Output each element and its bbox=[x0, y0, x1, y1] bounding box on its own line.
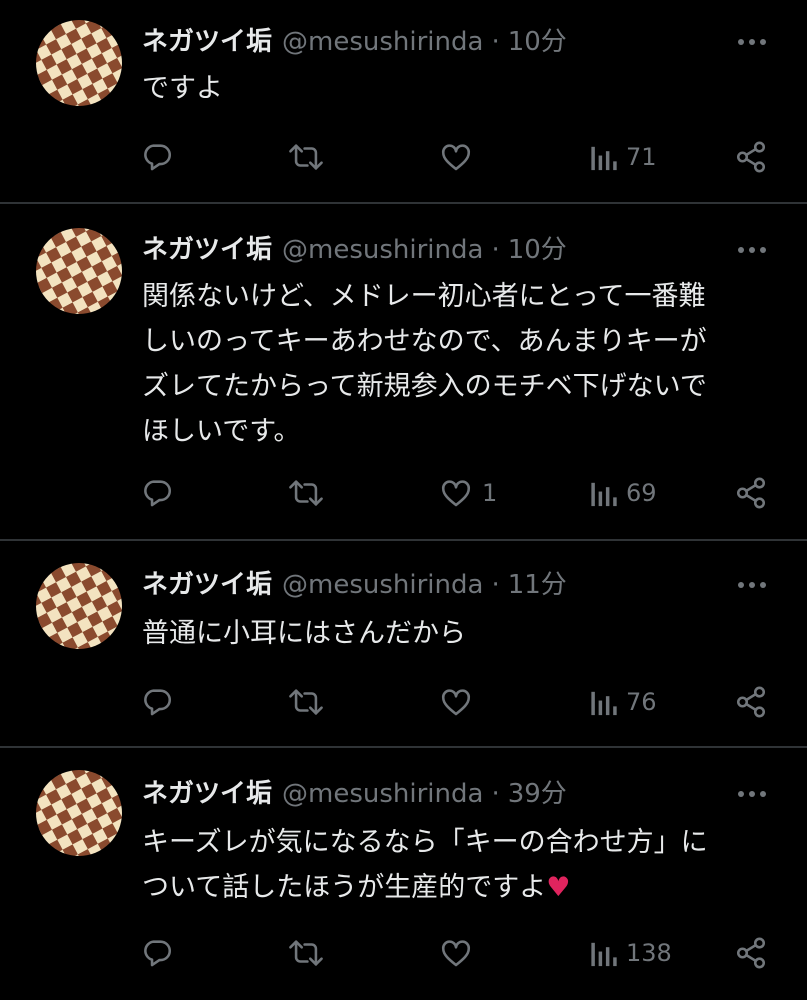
user-handle[interactable]: @mesushirinda bbox=[282, 230, 483, 270]
tweet-actions: 1 69 bbox=[0, 473, 807, 513]
view-count: 69 bbox=[626, 479, 657, 507]
tweet-text: ですよ bbox=[142, 66, 772, 111]
retweet-button[interactable] bbox=[287, 473, 325, 513]
separator-dot: · bbox=[491, 27, 500, 57]
tweet-actions: 138 bbox=[0, 933, 807, 973]
retweet-icon bbox=[287, 476, 325, 510]
retweet-button[interactable] bbox=[287, 137, 325, 177]
avatar[interactable] bbox=[36, 563, 122, 649]
tweet-header: ネガツイ垢 @mesushirinda · 10分 bbox=[142, 230, 567, 270]
retweet-icon bbox=[287, 140, 325, 174]
share-icon bbox=[734, 140, 768, 174]
like-icon bbox=[438, 476, 474, 510]
share-button[interactable] bbox=[734, 933, 768, 973]
checker-avatar-image bbox=[36, 770, 122, 856]
reply-icon bbox=[140, 685, 174, 719]
more-icon[interactable] bbox=[737, 235, 767, 265]
tweet-text: 関係ないけど、メドレー初心者にとって一番難 しいのってキーあわせなので、あんまり… bbox=[142, 274, 772, 454]
tweet[interactable]: ネガツイ垢 @mesushirinda · 39分 キーズレが気になるなら「キー… bbox=[0, 748, 807, 1000]
views-button[interactable]: 138 bbox=[588, 933, 672, 973]
tweet-text: 普通に小耳にはさんだから bbox=[142, 611, 772, 656]
timestamp[interactable]: 10分 bbox=[508, 230, 567, 270]
retweet-button[interactable] bbox=[287, 682, 325, 722]
like-button[interactable] bbox=[438, 933, 482, 973]
more-icon[interactable] bbox=[737, 779, 767, 809]
avatar[interactable] bbox=[36, 228, 122, 314]
tweet-actions: 76 bbox=[0, 682, 807, 722]
reply-button[interactable] bbox=[140, 933, 174, 973]
reply-button[interactable] bbox=[140, 137, 174, 177]
user-handle[interactable]: @mesushirinda bbox=[282, 22, 483, 62]
view-count: 76 bbox=[626, 688, 657, 716]
checker-avatar-image bbox=[36, 563, 122, 649]
like-icon bbox=[438, 140, 474, 174]
separator-dot: · bbox=[491, 235, 500, 265]
timestamp[interactable]: 11分 bbox=[508, 565, 567, 605]
share-icon bbox=[734, 476, 768, 510]
views-icon bbox=[588, 477, 618, 509]
views-icon bbox=[588, 686, 618, 718]
share-button[interactable] bbox=[734, 137, 768, 177]
heart-emoji: ♥ bbox=[546, 872, 571, 903]
tweet-body: 普通に小耳にはさんだから bbox=[142, 618, 466, 649]
share-icon bbox=[734, 685, 768, 719]
avatar[interactable] bbox=[36, 20, 122, 106]
share-button[interactable] bbox=[734, 473, 768, 513]
like-button[interactable] bbox=[438, 137, 482, 177]
tweet-text: キーズレが気になるなら「キーの合わせ方」に ついて話したほうが生産的ですよ♥ bbox=[142, 820, 772, 910]
tweet-body: キーズレが気になるなら「キーの合わせ方」に ついて話したほうが生産的ですよ bbox=[142, 827, 708, 903]
tweet-header: ネガツイ垢 @mesushirinda · 10分 bbox=[142, 22, 567, 62]
retweet-icon bbox=[287, 936, 325, 970]
tweet-header: ネガツイ垢 @mesushirinda · 39分 bbox=[142, 774, 567, 814]
reply-button[interactable] bbox=[140, 473, 174, 513]
like-button[interactable] bbox=[438, 682, 482, 722]
display-name[interactable]: ネガツイ垢 bbox=[142, 565, 272, 605]
tweet[interactable]: ネガツイ垢 @mesushirinda · 11分 普通に小耳にはさんだから 7… bbox=[0, 541, 807, 748]
like-icon bbox=[438, 936, 474, 970]
views-button[interactable]: 71 bbox=[588, 137, 657, 177]
separator-dot: · bbox=[491, 570, 500, 600]
tweet-actions: 71 bbox=[0, 137, 807, 177]
like-count: 1 bbox=[482, 479, 498, 507]
display-name[interactable]: ネガツイ垢 bbox=[142, 774, 272, 814]
more-icon[interactable] bbox=[737, 570, 767, 600]
more-icon[interactable] bbox=[737, 27, 767, 57]
timestamp[interactable]: 39分 bbox=[508, 774, 567, 814]
tweet-header: ネガツイ垢 @mesushirinda · 11分 bbox=[142, 565, 567, 605]
retweet-button[interactable] bbox=[287, 933, 325, 973]
views-button[interactable]: 69 bbox=[588, 473, 657, 513]
separator-dot: · bbox=[491, 779, 500, 809]
tweet-body: ですよ bbox=[142, 73, 223, 104]
checker-avatar-image bbox=[36, 228, 122, 314]
like-button[interactable]: 1 bbox=[438, 473, 497, 513]
display-name[interactable]: ネガツイ垢 bbox=[142, 22, 272, 62]
timestamp[interactable]: 10分 bbox=[508, 22, 567, 62]
user-handle[interactable]: @mesushirinda bbox=[282, 565, 483, 605]
tweet-body: 関係ないけど、メドレー初心者にとって一番難 しいのってキーあわせなので、あんまり… bbox=[142, 281, 707, 447]
views-icon bbox=[588, 141, 618, 173]
reply-button[interactable] bbox=[140, 682, 174, 722]
avatar[interactable] bbox=[36, 770, 122, 856]
reply-icon bbox=[140, 476, 174, 510]
share-button[interactable] bbox=[734, 682, 768, 722]
view-count: 138 bbox=[626, 939, 672, 967]
views-icon bbox=[588, 937, 618, 969]
views-button[interactable]: 76 bbox=[588, 682, 657, 722]
reply-icon bbox=[140, 140, 174, 174]
display-name[interactable]: ネガツイ垢 bbox=[142, 230, 272, 270]
share-icon bbox=[734, 936, 768, 970]
tweet[interactable]: ネガツイ垢 @mesushirinda · 10分 ですよ 71 bbox=[0, 0, 807, 204]
tweet[interactable]: ネガツイ垢 @mesushirinda · 10分 関係ないけど、メドレー初心者… bbox=[0, 204, 807, 541]
retweet-icon bbox=[287, 685, 325, 719]
user-handle[interactable]: @mesushirinda bbox=[282, 774, 483, 814]
view-count: 71 bbox=[626, 143, 657, 171]
reply-icon bbox=[140, 936, 174, 970]
checker-avatar-image bbox=[36, 20, 122, 106]
like-icon bbox=[438, 685, 474, 719]
